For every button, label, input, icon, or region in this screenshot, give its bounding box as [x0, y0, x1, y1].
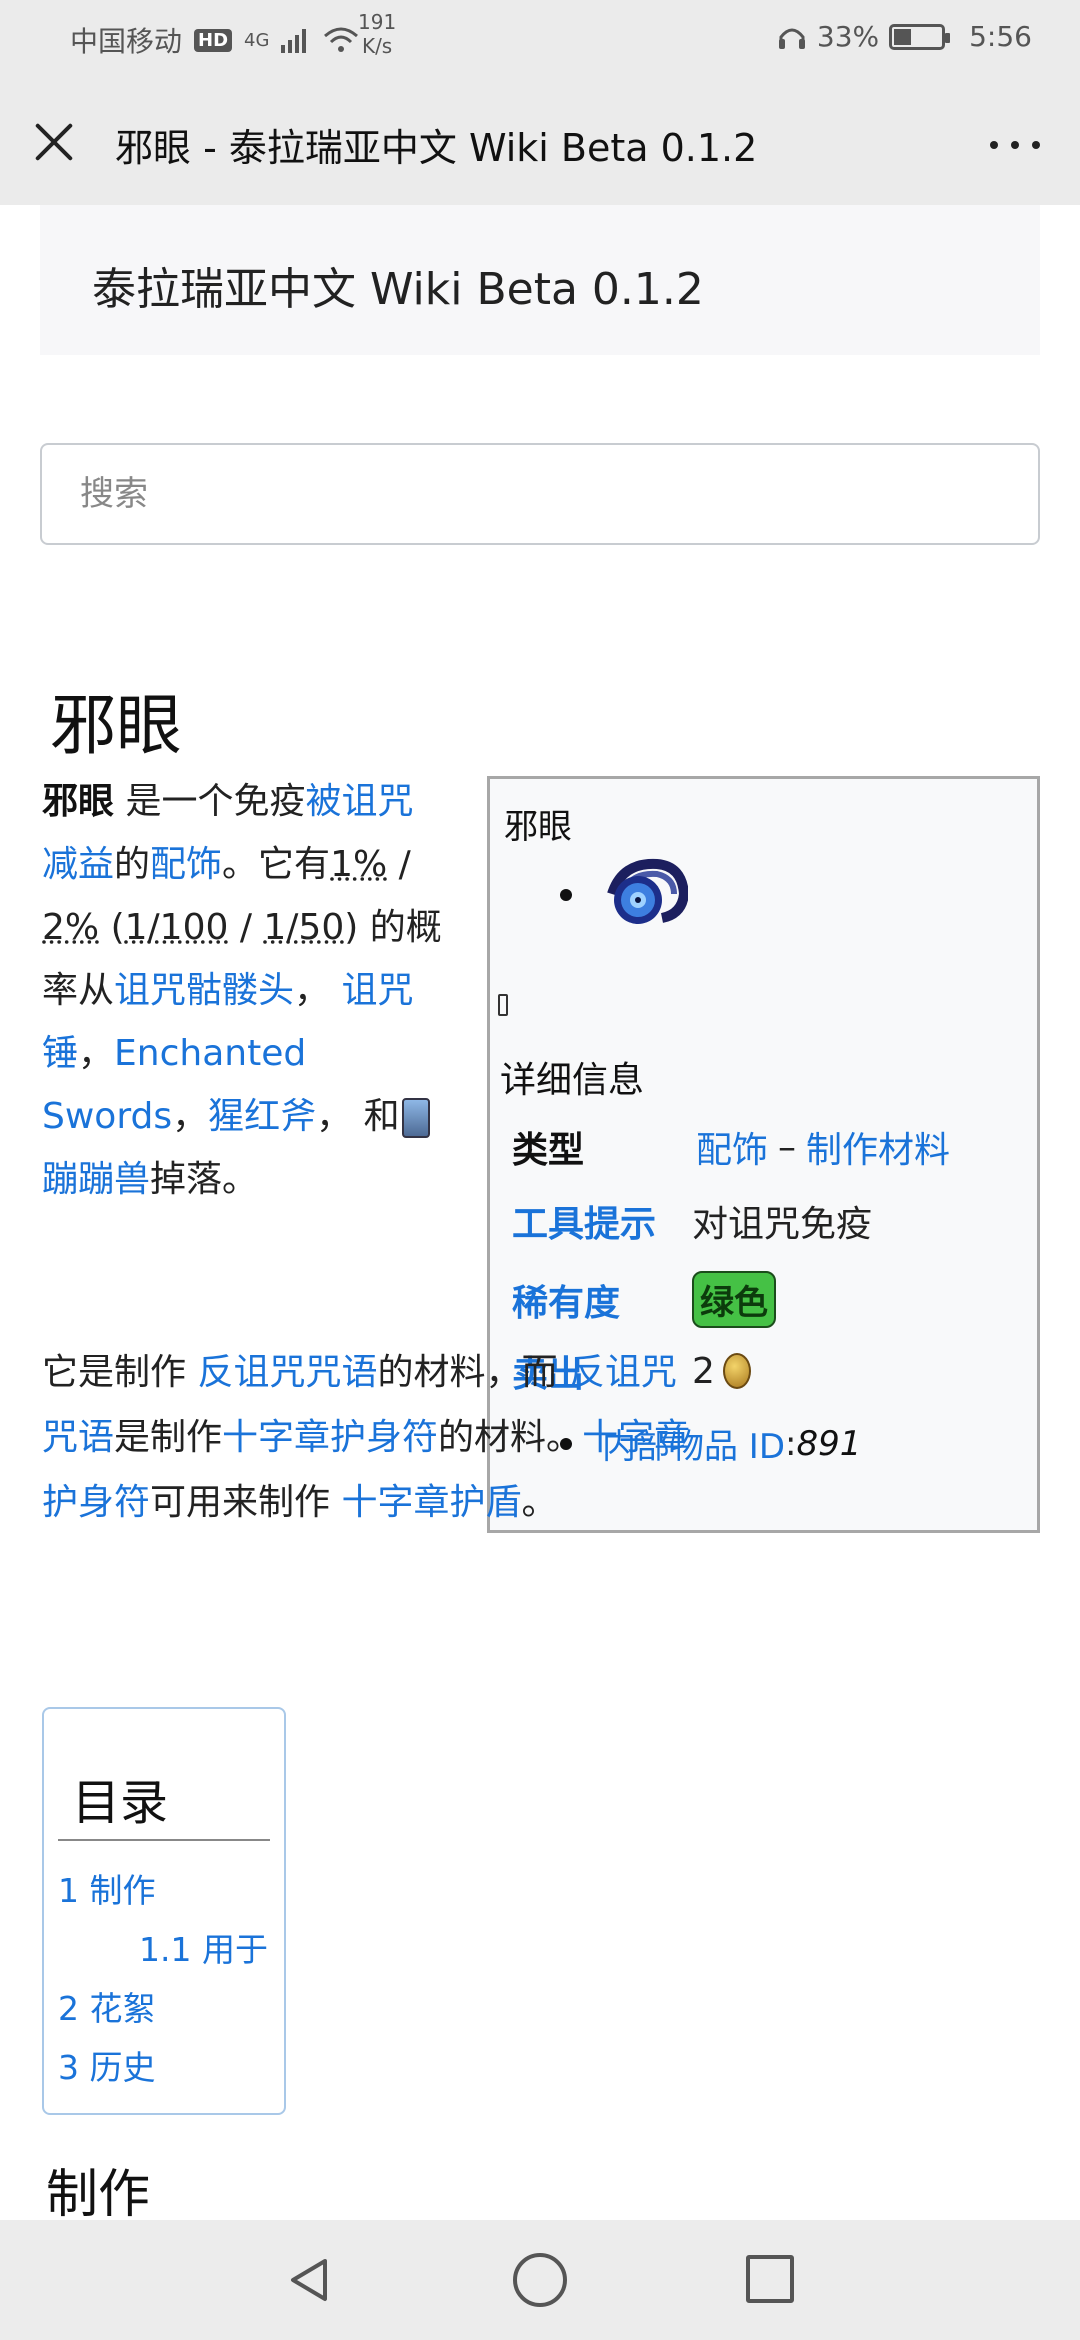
- home-icon[interactable]: [513, 2253, 567, 2307]
- toc-divider: [58, 1839, 270, 1841]
- search-input[interactable]: [42, 445, 1038, 543]
- page-title-bar-text: 邪眼 - 泰拉瑞亚中文 Wiki Beta 0.1.2: [115, 126, 758, 170]
- toc-number: 2: [58, 1989, 79, 2028]
- text: /: [387, 844, 411, 885]
- search-box: [40, 443, 1040, 545]
- speed-value: 191: [358, 10, 397, 34]
- link-ankh-shield[interactable]: 十字章护盾: [341, 1482, 521, 1523]
- link-ankh-charm[interactable]: 十字章护身符: [222, 1417, 438, 1458]
- system-nav-bar: [0, 2220, 1080, 2340]
- fraction-2: 1/50: [263, 907, 345, 948]
- text: 的材料，而: [377, 1352, 569, 1393]
- text: 是一个免疫: [114, 781, 306, 822]
- type-label: 类型: [512, 1130, 585, 1171]
- text: 。它有: [222, 844, 331, 885]
- link-countercurse-mantra[interactable]: 反诅咒咒语: [197, 1352, 377, 1393]
- toc-number: 3: [58, 2048, 79, 2087]
- internal-id-value: 891: [796, 1423, 862, 1464]
- toc-title: 目录: [72, 1775, 169, 1831]
- network-speed: 191 K/s: [358, 10, 396, 58]
- battery-percent: 33%: [816, 20, 880, 53]
- toc-item-used-in[interactable]: 1.1 用于: [139, 1923, 268, 1971]
- status-left: 中国移动 HD 4G: [70, 20, 359, 60]
- evil-eye-icon: [607, 858, 688, 924]
- toc-item-history[interactable]: 3 历史: [58, 2041, 156, 2089]
- text: 它是制作: [42, 1352, 198, 1393]
- text: 。: [521, 1482, 558, 1523]
- intro-paragraph: 邪眼 是一个免疫被诅咒减益的配饰。它有1% / 2% (1/100 / 1/50…: [42, 770, 442, 1211]
- hd-badge: HD: [194, 28, 233, 52]
- type-separator: –: [778, 1126, 797, 1168]
- link-cursed-skull[interactable]: 诅咒骷髅头: [114, 970, 294, 1011]
- text: ， 和: [316, 1096, 400, 1137]
- gold-coin-icon: [722, 1353, 751, 1389]
- text: ，: [78, 1033, 115, 1074]
- type-accessory-link[interactable]: 配饰: [696, 1121, 768, 1173]
- tooltip-label-link[interactable]: 工具提示: [512, 1195, 692, 1247]
- close-icon[interactable]: [28, 115, 84, 171]
- recent-apps-icon[interactable]: [746, 2255, 794, 2303]
- details-heading: 详细信息: [500, 1060, 645, 1101]
- wifi-icon: [324, 27, 359, 52]
- text: /: [228, 907, 264, 948]
- title-bar: 邪眼 - 泰拉瑞亚中文 Wiki Beta 0.1.2: [0, 75, 1080, 205]
- tooltip-value: 对诅咒免疫: [692, 1204, 873, 1245]
- toc-label: 花絮: [89, 1989, 156, 2028]
- rarity-badge: 绿色: [692, 1271, 776, 1328]
- text: ，: [172, 1096, 209, 1137]
- usage-paragraph: 它是制作 反诅咒咒语的材料，而 反诅咒咒语是制作十字章护身符的材料。十字章护身符…: [42, 1340, 702, 1535]
- rarity-label-link[interactable]: 稀有度: [512, 1274, 692, 1326]
- rarity-row: 稀有度 绿色: [512, 1271, 776, 1328]
- more-options-icon[interactable]: [980, 125, 1050, 165]
- text: 的材料。: [438, 1417, 583, 1458]
- toc-number: 1: [58, 1871, 79, 1910]
- toc-item-crafting[interactable]: 1 制作: [58, 1864, 156, 1912]
- table-of-contents: 目录 1 制作 1.1 用于 2 花絮 3 历史: [42, 1707, 286, 2115]
- hopper-icon: [401, 1098, 430, 1138]
- tooltip-row: 工具提示 对诅咒免疫: [512, 1195, 872, 1247]
- status-bar: 中国移动 HD 4G 191 K/s 33% 5:56: [0, 0, 1080, 75]
- image-placeholder-icon: [498, 994, 508, 1016]
- toc-number: 1.1: [139, 1930, 192, 1969]
- toc-label: 历史: [89, 2048, 156, 2087]
- speed-unit: K/s: [361, 34, 393, 58]
- text: ，: [294, 970, 342, 1011]
- signal-bars-icon: [281, 29, 307, 53]
- toc-label: 用于: [201, 1930, 268, 1969]
- status-right: 33% 5:56: [777, 20, 1032, 53]
- id-colon: :: [785, 1423, 797, 1464]
- chance-2: 2%: [42, 907, 100, 948]
- text: 的: [114, 844, 151, 885]
- text: 可用来制作: [150, 1482, 342, 1523]
- clock: 5:56: [969, 20, 1032, 53]
- infobox-item-name: 邪眼: [504, 807, 572, 847]
- item-name-bold: 邪眼: [42, 781, 115, 822]
- carrier-name: 中国移动: [70, 25, 183, 58]
- fraction-1: 1/100: [124, 907, 229, 948]
- text: (: [99, 907, 125, 948]
- toc-item-trivia[interactable]: 2 花絮: [58, 1982, 156, 2030]
- site-title-link[interactable]: 泰拉瑞亚中文 Wiki Beta 0.1.2: [92, 253, 704, 317]
- link-hopper[interactable]: 蹦蹦兽: [42, 1159, 150, 1200]
- headset-icon: [778, 28, 805, 49]
- link-crimson-axe[interactable]: 猩红斧: [208, 1096, 316, 1137]
- toc-label: 制作: [89, 1871, 156, 1910]
- signal-icon: 4G: [244, 29, 270, 51]
- text: 掉落。: [150, 1159, 259, 1200]
- section-heading-crafting: 制作: [46, 2165, 151, 2225]
- link-accessory[interactable]: 配饰: [150, 844, 222, 885]
- page-title: 邪眼: [50, 687, 182, 764]
- type-row: 类型 配饰 – 制作材料: [512, 1121, 950, 1173]
- back-icon[interactable]: [285, 2255, 335, 2305]
- bullet: [560, 889, 572, 901]
- text: 是制作: [114, 1417, 223, 1458]
- chance-1: 1%: [330, 844, 388, 885]
- type-material-link[interactable]: 制作材料: [806, 1121, 950, 1173]
- wiki-header: 泰拉瑞亚中文 Wiki Beta 0.1.2: [40, 205, 1040, 355]
- battery-icon: [889, 23, 951, 50]
